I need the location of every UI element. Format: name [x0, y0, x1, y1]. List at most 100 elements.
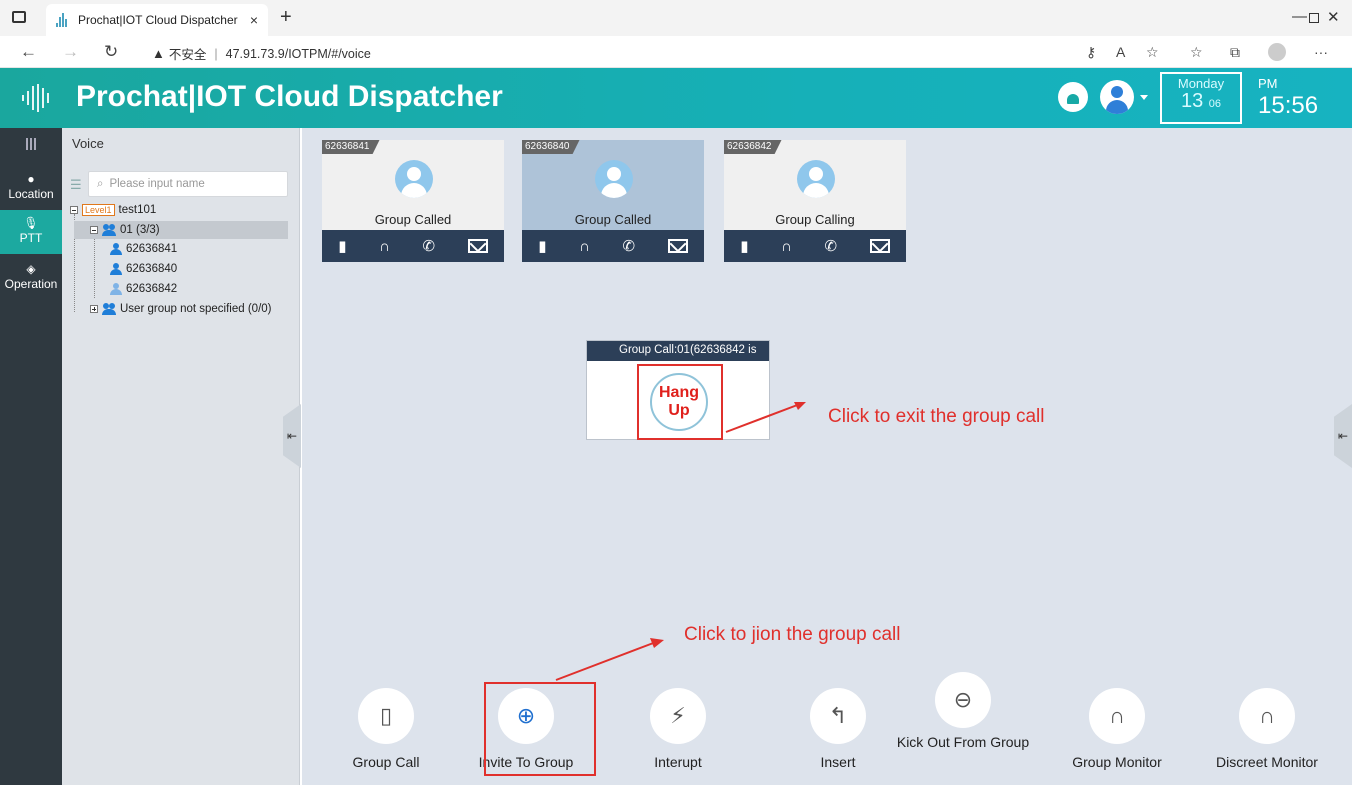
card-actions: ▮ ∩ ✆	[322, 230, 504, 262]
tree-unassigned[interactable]: User group not specified (0/0)	[90, 303, 272, 315]
ptt-icon[interactable]: ▮	[338, 237, 346, 255]
favorite-icon[interactable]: ☆	[1146, 44, 1159, 61]
microphone-icon: 🎙	[23, 216, 39, 230]
kick-out-button[interactable]: ⊖ Kick Out From Group	[888, 672, 1038, 751]
window-menu-icon[interactable]	[12, 11, 26, 23]
insert-icon: ↰	[828, 703, 848, 728]
group-call-button[interactable]: ▯ Group Call	[311, 688, 461, 771]
back-icon[interactable]: ←	[20, 42, 37, 62]
tree-member[interactable]: 62636842	[110, 283, 177, 295]
month-number: 06	[1208, 98, 1222, 110]
panel-title: Voice	[72, 136, 104, 151]
insert-label: Insert	[820, 754, 856, 770]
browser-tab[interactable]: Prochat|IOT Cloud Dispatcher ×	[46, 4, 268, 36]
headset-icon[interactable]: ∩	[379, 238, 390, 255]
group-icon	[102, 224, 116, 236]
voip-call-icon[interactable]: ✆	[825, 237, 838, 255]
kick-out-label: Kick Out From Group	[896, 734, 1030, 750]
card-status: Group Called	[574, 212, 652, 227]
user-icon	[110, 283, 122, 295]
nav-location[interactable]: ● Location	[0, 168, 62, 208]
collapse-icon[interactable]	[70, 206, 78, 214]
interrupt-button[interactable]: ⚡ Interupt	[603, 688, 753, 771]
user-avatar-icon	[595, 160, 633, 198]
action-bar: ▯ Group Call ⊕ Invite To Group ⚡ Interup…	[302, 672, 1352, 785]
warning-icon: ▲	[152, 46, 165, 61]
menu-icon[interactable]	[26, 138, 36, 150]
tree-member[interactable]: 62636841	[110, 243, 177, 255]
group-icon	[102, 303, 116, 315]
tree-root[interactable]: Level1 test101	[70, 204, 156, 216]
expand-icon[interactable]	[90, 305, 98, 313]
refresh-icon[interactable]: ↻	[104, 42, 118, 62]
voip-call-icon[interactable]: ✆	[423, 237, 436, 255]
discreet-monitor-label: Discreet Monitor	[1216, 754, 1318, 770]
user-avatar-icon[interactable]	[1100, 80, 1134, 114]
maximize-icon[interactable]	[1309, 13, 1319, 23]
group-call-label: Group Call	[352, 754, 420, 770]
key-icon[interactable]: ⚷	[1086, 44, 1096, 61]
card-actions: ▮ ∩ ✆	[724, 230, 906, 262]
nav-operation-label: Operation	[4, 277, 58, 291]
tab-close-icon[interactable]: ×	[250, 12, 258, 28]
search-input[interactable]: ⌕ Please input name	[88, 171, 288, 197]
level-badge: Level1	[82, 204, 115, 216]
collapse-icon[interactable]	[90, 226, 98, 234]
user-icon	[110, 243, 122, 255]
url-field[interactable]: ▲ 不安全 | 47.91.73.9/IOTPM/#/voice	[152, 44, 371, 63]
profile-icon[interactable]	[1268, 43, 1286, 61]
headset-icon[interactable]: ∩	[579, 238, 590, 255]
location-pin-icon: ●	[27, 172, 35, 186]
user-card[interactable]: 62636841 Group Called ▮ ∩ ✆	[322, 140, 504, 262]
ptt-icon[interactable]: ▮	[740, 237, 748, 255]
tree-panel: Voice ☰ ⌕ Please input name Level1 test1…	[62, 128, 300, 785]
annotation-arrow	[725, 402, 806, 433]
read-aloud-icon[interactable]: A	[1116, 44, 1125, 60]
tree-member-label: 62636841	[126, 243, 178, 255]
nav-location-label: Location	[8, 187, 54, 201]
nav-operation[interactable]: ◈ Operation	[0, 258, 62, 298]
date-display: Monday 13 06	[1160, 72, 1242, 124]
nav-ptt[interactable]: 🎙 PTT	[0, 210, 62, 254]
ptt-icon[interactable]: ▮	[538, 237, 546, 255]
message-icon[interactable]	[667, 239, 688, 253]
group-monitor-button[interactable]: ∩ Group Monitor	[1042, 688, 1192, 771]
clock-time: 15:56	[1258, 92, 1319, 119]
discreet-monitor-button[interactable]: ∩ Discreet Monitor	[1192, 688, 1342, 771]
call-popup-header: Group Call:01(62636842 is	[587, 341, 769, 361]
message-icon[interactable]	[467, 239, 488, 253]
tree-group[interactable]: 01 (3/3)	[74, 221, 288, 239]
user-card[interactable]: 62636842 Group Calling ▮ ∩ ✆	[724, 140, 906, 262]
list-icon[interactable]: ☰	[70, 177, 82, 193]
alarm-icon[interactable]	[1058, 82, 1088, 112]
favorites-bar-icon[interactable]: ☆	[1190, 44, 1203, 61]
close-window-icon[interactable]: ✕	[1327, 8, 1340, 26]
headset-icon[interactable]: ∩	[781, 238, 792, 255]
message-icon[interactable]	[869, 239, 890, 253]
user-avatar-icon	[797, 160, 835, 198]
forward-icon[interactable]: →	[62, 42, 79, 62]
voip-call-icon[interactable]: ✆	[623, 237, 636, 255]
address-bar: ← → ↻ ▲ 不安全 | 47.91.73.9/IOTPM/#/voice ⚷…	[0, 36, 1352, 68]
user-card[interactable]: 62636840 Group Called ▮ ∩ ✆	[522, 140, 704, 262]
more-icon[interactable]: ···	[1314, 44, 1328, 60]
logo-icon	[22, 84, 49, 112]
user-icon	[110, 263, 122, 275]
collections-icon[interactable]: ⧉	[1230, 44, 1240, 61]
new-tab-button[interactable]: +	[280, 6, 292, 29]
security-label: 不安全	[168, 48, 207, 62]
card-id: 62636840	[522, 140, 580, 154]
chevron-down-icon[interactable]	[1140, 95, 1148, 100]
url-text: 47.91.73.9/IOTPM/#/voice	[225, 46, 371, 61]
ampm-label: PM	[1258, 76, 1278, 91]
tree-group-label: 01 (3/3)	[120, 224, 160, 236]
nav-ptt-label: PTT	[19, 231, 43, 245]
card-status: Group Calling	[775, 212, 855, 227]
card-id: 62636841	[322, 140, 380, 154]
left-nav: ● Location 🎙 PTT ◈ Operation	[0, 128, 62, 785]
app-title: Prochat|IOT Cloud Dispatcher	[76, 80, 503, 113]
tree-member[interactable]: 62636840	[110, 263, 177, 275]
tree-member-label: 62636842	[126, 283, 178, 295]
minimize-icon[interactable]: —	[1292, 8, 1307, 25]
tree-guide	[94, 236, 95, 298]
